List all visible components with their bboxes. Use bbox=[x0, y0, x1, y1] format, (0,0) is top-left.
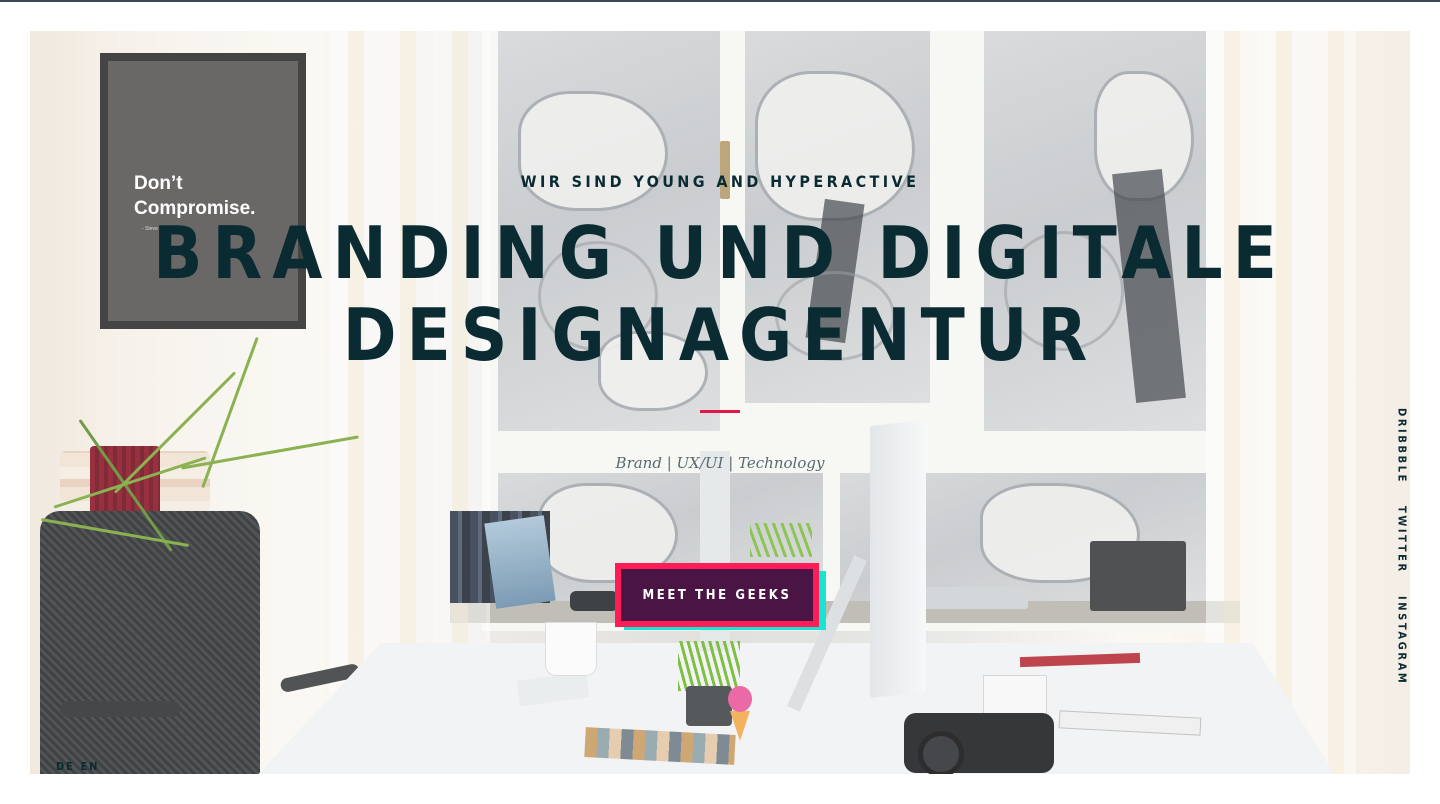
services-tagline: Brand | UX/UI | Technology bbox=[615, 454, 825, 472]
hero-headline: BRANDING UND DIGITALE DESIGNAGENTUR bbox=[0, 212, 1440, 376]
social-links: DRIBBBLE TWITTER INSTAGRAM bbox=[1393, 408, 1411, 685]
hero-background-image: Don’t Compromise. - Steve Jobs bbox=[30, 31, 1410, 774]
language-switcher: DE EN bbox=[56, 760, 99, 773]
dribbble-link[interactable]: DRIBBBLE bbox=[1396, 408, 1409, 484]
image-overlay bbox=[30, 31, 1410, 774]
top-border bbox=[0, 0, 1440, 2]
hero-headline-line2: DESIGNAGENTUR bbox=[342, 293, 1098, 377]
language-en[interactable]: EN bbox=[81, 760, 100, 773]
accent-divider bbox=[700, 410, 740, 413]
hero-headline-line1: BRANDING UND DIGITALE bbox=[153, 211, 1287, 295]
instagram-link[interactable]: INSTAGRAM bbox=[1396, 596, 1409, 685]
hero-eyebrow: WIR SIND YOUNG AND HYPERACTIVE bbox=[520, 172, 920, 191]
language-de[interactable]: DE bbox=[56, 760, 75, 773]
twitter-link[interactable]: TWITTER bbox=[1396, 506, 1409, 574]
meet-the-geeks-button[interactable]: MEET THE GEEKS bbox=[615, 563, 819, 627]
